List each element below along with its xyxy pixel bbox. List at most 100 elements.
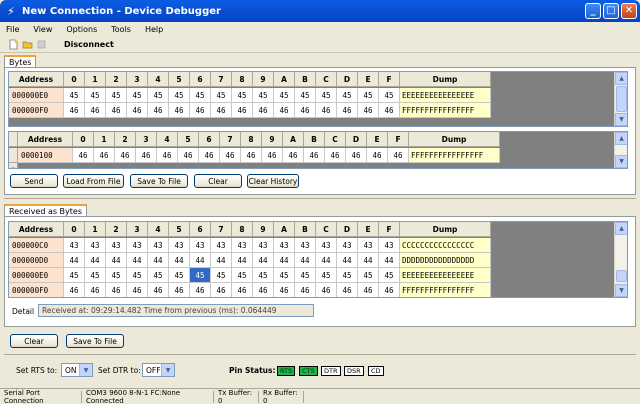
byte-cell[interactable]: 45 [211,268,232,283]
scroll-down-icon[interactable]: ▼ [615,113,627,126]
byte-cell[interactable]: 46 [127,103,148,118]
byte-cell[interactable]: 46 [190,283,211,297]
byte-cell[interactable]: 44 [190,253,211,268]
byte-cell[interactable]: 46 [253,283,274,297]
byte-cell[interactable]: 46 [232,103,253,118]
menu-file[interactable]: File [6,25,19,34]
byte-cell[interactable]: 46 [232,283,253,297]
column-header-4[interactable]: 4 [148,72,169,87]
byte-cell[interactable]: 46 [211,103,232,118]
column-header-9[interactable]: 9 [253,72,274,87]
column-header-c[interactable]: C [325,132,346,147]
byte-cell[interactable]: 45 [253,88,274,103]
dump-cell[interactable]: FFFFFFFFFFFFFFFF [409,148,500,163]
byte-cell[interactable]: 43 [148,238,169,253]
byte-cell[interactable]: 46 [358,103,379,118]
column-header-b[interactable]: B [295,222,316,237]
column-header-f[interactable]: F [379,72,400,87]
byte-cell[interactable]: 44 [106,253,127,268]
column-header-0[interactable]: 0 [64,222,85,237]
byte-cell[interactable]: 45 [337,88,358,103]
scroll-thumb[interactable] [616,270,627,282]
dump-cell[interactable]: CCCCCCCCCCCCCCCC [400,238,491,253]
column-header-f[interactable]: F [379,222,400,237]
byte-cell[interactable]: 45 [106,88,127,103]
column-header-1[interactable]: 1 [85,222,106,237]
byte-cell[interactable]: 46 [241,148,262,163]
open-folder-icon[interactable] [22,39,33,50]
column-header-4[interactable]: 4 [157,132,178,147]
rts-select[interactable]: ON ▼ [61,363,93,377]
scroll-down-icon[interactable]: ▼ [615,155,627,168]
column-header-d[interactable]: D [337,222,358,237]
byte-cell[interactable]: 46 [367,148,388,163]
column-header-5[interactable]: 5 [169,72,190,87]
save-to-file-button[interactable]: Save To File [130,174,188,188]
byte-cell[interactable]: 43 [169,238,190,253]
column-header-d[interactable]: D [346,132,367,147]
address-cell[interactable]: 000000E0 [9,88,64,103]
byte-cell[interactable]: 43 [274,238,295,253]
dump-cell[interactable]: FFFFFFFFFFFFFFFF [400,283,491,297]
column-header-3[interactable]: 3 [136,132,157,147]
byte-cell[interactable]: 43 [127,238,148,253]
byte-cell[interactable]: 46 [388,148,409,163]
byte-cell[interactable]: 46 [346,148,367,163]
byte-cell[interactable]: 45 [169,88,190,103]
byte-cell[interactable]: 46 [304,148,325,163]
byte-cell[interactable]: 46 [379,103,400,118]
dump-cell[interactable]: EEEEEEEEEEEEEEEE [400,268,491,283]
byte-cell[interactable]: 46 [85,283,106,297]
column-header-e[interactable]: E [367,132,388,147]
byte-cell[interactable]: 45 [148,268,169,283]
byte-cell[interactable]: 43 [253,238,274,253]
byte-cell[interactable]: 44 [379,253,400,268]
column-header-1[interactable]: 1 [85,72,106,87]
clear-history-button[interactable]: Clear History [247,174,299,188]
scroll-thumb[interactable] [616,86,627,112]
address-cell[interactable]: 000000F0 [9,283,64,297]
byte-cell[interactable]: 46 [64,103,85,118]
column-header-c[interactable]: C [316,222,337,237]
byte-cell[interactable]: 45 [316,88,337,103]
byte-cell[interactable]: 46 [169,283,190,297]
byte-cell[interactable]: 45 [337,268,358,283]
dump-cell[interactable]: DDDDDDDDDDDDDDDD [400,253,491,268]
column-header-dump[interactable]: Dump [400,222,491,237]
scroll-up-icon[interactable]: ▲ [615,72,627,85]
detail-field[interactable]: Received at: 09:29:14.482 Time from prev… [38,304,314,317]
byte-cell[interactable]: 46 [337,103,358,118]
byte-cell[interactable]: 45 [295,88,316,103]
dump-cell[interactable]: FFFFFFFFFFFFFFFF [400,103,491,118]
column-header-address[interactable]: Address [9,222,64,237]
byte-cell[interactable]: 46 [106,283,127,297]
address-cell[interactable]: 000000F0 [9,103,64,118]
column-header-7[interactable]: 7 [220,132,241,147]
byte-cell[interactable]: 46 [274,103,295,118]
close-icon[interactable]: ✕ [621,3,637,19]
column-header-c[interactable]: C [316,72,337,87]
column-header-a[interactable]: A [283,132,304,147]
save-disabled-icon[interactable] [36,39,47,50]
byte-cell[interactable]: 45 [253,268,274,283]
column-header-6[interactable]: 6 [190,72,211,87]
byte-cell[interactable]: 46 [358,283,379,297]
byte-cell[interactable]: 44 [295,253,316,268]
byte-cell[interactable]: 46 [64,283,85,297]
byte-cell[interactable]: 46 [283,148,304,163]
maximize-icon[interactable]: □ [603,3,619,19]
byte-cell[interactable]: 44 [232,253,253,268]
column-header-8[interactable]: 8 [232,72,253,87]
byte-cell[interactable]: 46 [157,148,178,163]
byte-cell[interactable]: 45 [295,268,316,283]
byte-cell[interactable]: 43 [337,238,358,253]
column-header-6[interactable]: 6 [199,132,220,147]
byte-cell[interactable]: 45 [211,88,232,103]
menu-options[interactable]: Options [66,25,97,34]
column-header-b[interactable]: B [295,72,316,87]
byte-cell[interactable]: 45 [358,268,379,283]
column-header-9[interactable]: 9 [253,222,274,237]
byte-cell[interactable]: 43 [64,238,85,253]
byte-cell[interactable]: 46 [73,148,94,163]
column-header-2[interactable]: 2 [106,72,127,87]
